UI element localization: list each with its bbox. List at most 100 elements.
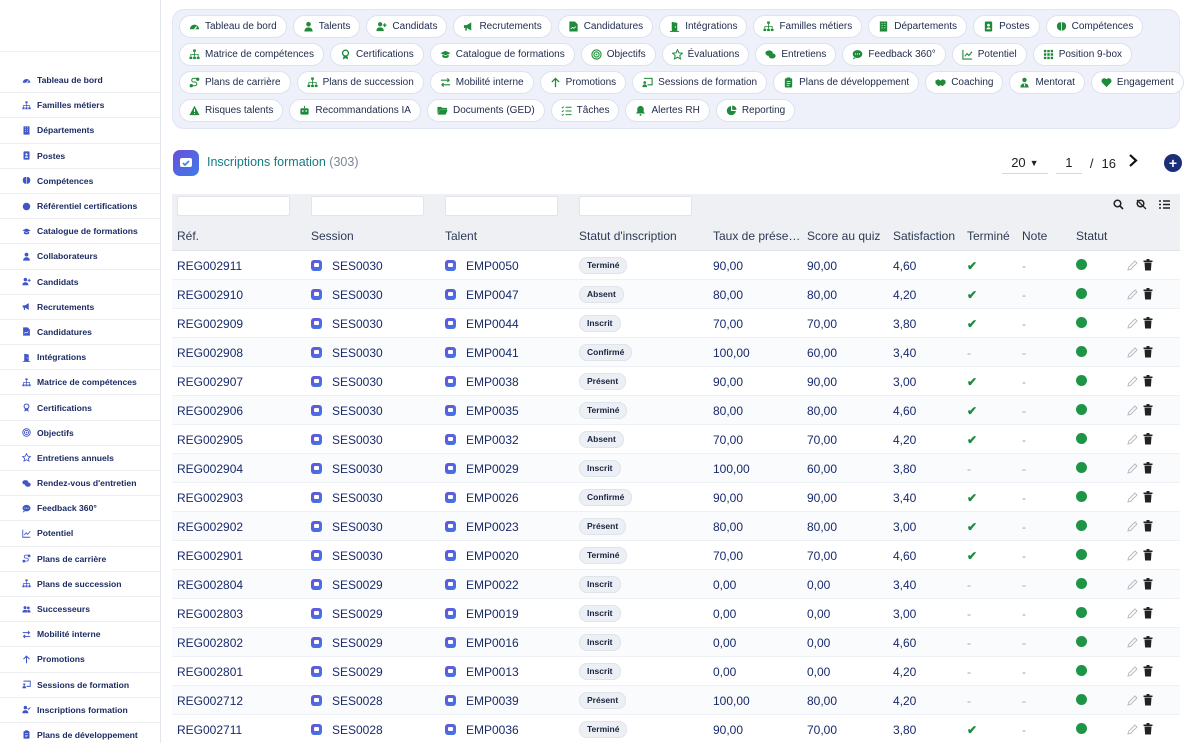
- ref-cell[interactable]: REG002908: [177, 346, 243, 360]
- ref-cell[interactable]: REG002911: [177, 259, 242, 273]
- talent-cell[interactable]: EMP0020: [445, 549, 519, 563]
- ref-cell[interactable]: REG002905: [177, 433, 243, 447]
- talent-cell[interactable]: EMP0050: [445, 259, 519, 273]
- edit-icon[interactable]: [1127, 259, 1138, 271]
- session-cell[interactable]: SES0028: [311, 723, 383, 737]
- filter-talent-input[interactable]: [445, 196, 558, 216]
- module-button[interactable]: Talents: [292, 15, 361, 38]
- column-header[interactable]: Taux de prése…: [713, 229, 800, 243]
- talent-cell[interactable]: EMP0026: [445, 491, 519, 505]
- sidebar-item-19[interactable]: Plans de carrière: [0, 547, 160, 572]
- module-button[interactable]: Évaluations: [661, 43, 750, 66]
- ref-cell[interactable]: REG002902: [177, 520, 243, 534]
- delete-icon[interactable]: [1142, 433, 1153, 445]
- module-button[interactable]: Tableau de bord: [179, 15, 287, 38]
- delete-icon[interactable]: [1142, 607, 1153, 619]
- column-list-icon[interactable]: [1159, 199, 1170, 210]
- sidebar-item-26[interactable]: Plans de développement: [0, 723, 160, 743]
- column-header[interactable]: Terminé: [967, 229, 1010, 243]
- sidebar-item-6[interactable]: Catalogue de formations: [0, 219, 160, 245]
- session-cell[interactable]: SES0030: [311, 346, 383, 360]
- sidebar-item-15[interactable]: Entretiens annuels: [0, 446, 160, 471]
- filter-ref-input[interactable]: [177, 196, 290, 216]
- delete-icon[interactable]: [1142, 694, 1153, 706]
- table-row[interactable]: REG002711 SES0028 EMP0036 Terminé 90,00 70,00…: [172, 715, 1180, 743]
- edit-icon[interactable]: [1127, 723, 1138, 735]
- module-button[interactable]: Matrice de compétences: [179, 43, 324, 66]
- sidebar-item-9[interactable]: Recrutements: [0, 295, 160, 320]
- filter-status-input[interactable]: [579, 196, 692, 216]
- session-cell[interactable]: SES0030: [311, 317, 383, 331]
- table-row[interactable]: REG002911 SES0030 EMP0050 Terminé 90,00 90,00…: [172, 251, 1180, 280]
- delete-icon[interactable]: [1142, 549, 1153, 561]
- module-button[interactable]: Plans de carrière: [179, 71, 291, 94]
- edit-icon[interactable]: [1127, 433, 1138, 445]
- ref-cell[interactable]: REG002801: [177, 665, 243, 679]
- edit-icon[interactable]: [1127, 665, 1138, 677]
- ref-cell[interactable]: REG002907: [177, 375, 243, 389]
- table-row[interactable]: REG002905 SES0030 EMP0032 Absent 70,00 70,00 4…: [172, 425, 1180, 454]
- talent-cell[interactable]: EMP0013: [445, 665, 519, 679]
- delete-icon[interactable]: [1142, 723, 1153, 735]
- column-header[interactable]: Score au quiz: [807, 229, 880, 243]
- sidebar-item-25[interactable]: Inscriptions formation: [0, 698, 160, 723]
- module-button[interactable]: Départements: [868, 15, 968, 38]
- module-button[interactable]: Feedback 360°: [842, 43, 946, 66]
- session-cell[interactable]: SES0029: [311, 607, 383, 621]
- sidebar-item-13[interactable]: Certifications: [0, 395, 160, 421]
- column-header[interactable]: Statut d'inscription: [579, 229, 677, 243]
- edit-icon[interactable]: [1127, 636, 1138, 648]
- session-cell[interactable]: SES0029: [311, 636, 383, 650]
- talent-cell[interactable]: EMP0038: [445, 375, 519, 389]
- talent-cell[interactable]: EMP0041: [445, 346, 519, 360]
- edit-icon[interactable]: [1127, 491, 1138, 503]
- ref-cell[interactable]: REG002901: [177, 549, 243, 563]
- delete-icon[interactable]: [1142, 578, 1153, 590]
- search-icon[interactable]: [1113, 199, 1124, 210]
- edit-icon[interactable]: [1127, 375, 1138, 387]
- delete-icon[interactable]: [1142, 462, 1153, 474]
- table-row[interactable]: REG002904 SES0030 EMP0029 Inscrit 100,00 60,0…: [172, 454, 1180, 483]
- module-button[interactable]: Tâches: [550, 99, 620, 122]
- module-button[interactable]: Risques talents: [179, 99, 284, 122]
- next-page-button[interactable]: [1128, 154, 1138, 172]
- table-row[interactable]: REG002801 SES0029 EMP0013 Inscrit 0,00 0,00 4,…: [172, 657, 1180, 686]
- sidebar-item-2[interactable]: Départements: [0, 118, 160, 144]
- talent-cell[interactable]: EMP0036: [445, 723, 519, 737]
- talent-cell[interactable]: EMP0029: [445, 462, 519, 476]
- session-cell[interactable]: SES0030: [311, 375, 383, 389]
- ref-cell[interactable]: REG002903: [177, 491, 243, 505]
- module-button[interactable]: Intégrations: [659, 15, 748, 38]
- session-cell[interactable]: SES0030: [311, 288, 383, 302]
- module-button[interactable]: Mentorat: [1009, 71, 1085, 94]
- ref-cell[interactable]: REG002904: [177, 462, 243, 476]
- sidebar-item-10[interactable]: Candidatures: [0, 320, 160, 346]
- module-button[interactable]: Familles métiers: [753, 15, 863, 38]
- delete-icon[interactable]: [1142, 375, 1153, 387]
- delete-icon[interactable]: [1142, 317, 1153, 329]
- sidebar-item-17[interactable]: Feedback 360°: [0, 496, 160, 522]
- sidebar-item-4[interactable]: Compétences: [0, 169, 160, 194]
- module-button[interactable]: Reporting: [715, 99, 796, 122]
- page-number-input[interactable]: 1: [1055, 152, 1082, 174]
- ref-cell[interactable]: REG002802: [177, 636, 243, 650]
- filter-session-input[interactable]: [311, 196, 424, 216]
- module-button[interactable]: Recrutements: [453, 15, 552, 38]
- talent-cell[interactable]: EMP0023: [445, 520, 519, 534]
- table-row[interactable]: REG002910 SES0030 EMP0047 Absent 80,00 80,00 4…: [172, 280, 1180, 309]
- sidebar-item-18[interactable]: Potentiel: [0, 521, 160, 547]
- delete-icon[interactable]: [1142, 404, 1153, 416]
- table-row[interactable]: REG002901 SES0030 EMP0020 Terminé 70,00 70,00…: [172, 541, 1180, 570]
- talent-cell[interactable]: EMP0019: [445, 607, 519, 621]
- delete-icon[interactable]: [1142, 636, 1153, 648]
- session-cell[interactable]: SES0030: [311, 491, 383, 505]
- column-header[interactable]: Réf.: [177, 229, 199, 243]
- table-row[interactable]: REG002903 SES0030 EMP0026 Confirmé 90,00 90,0…: [172, 483, 1180, 512]
- delete-icon[interactable]: [1142, 259, 1153, 271]
- session-cell[interactable]: SES0030: [311, 462, 383, 476]
- sidebar-item-1[interactable]: Familles métiers: [0, 93, 160, 119]
- module-button[interactable]: Recommandations IA: [289, 99, 421, 122]
- edit-icon[interactable]: [1127, 607, 1138, 619]
- talent-cell[interactable]: EMP0044: [445, 317, 519, 331]
- session-cell[interactable]: SES0030: [311, 549, 383, 563]
